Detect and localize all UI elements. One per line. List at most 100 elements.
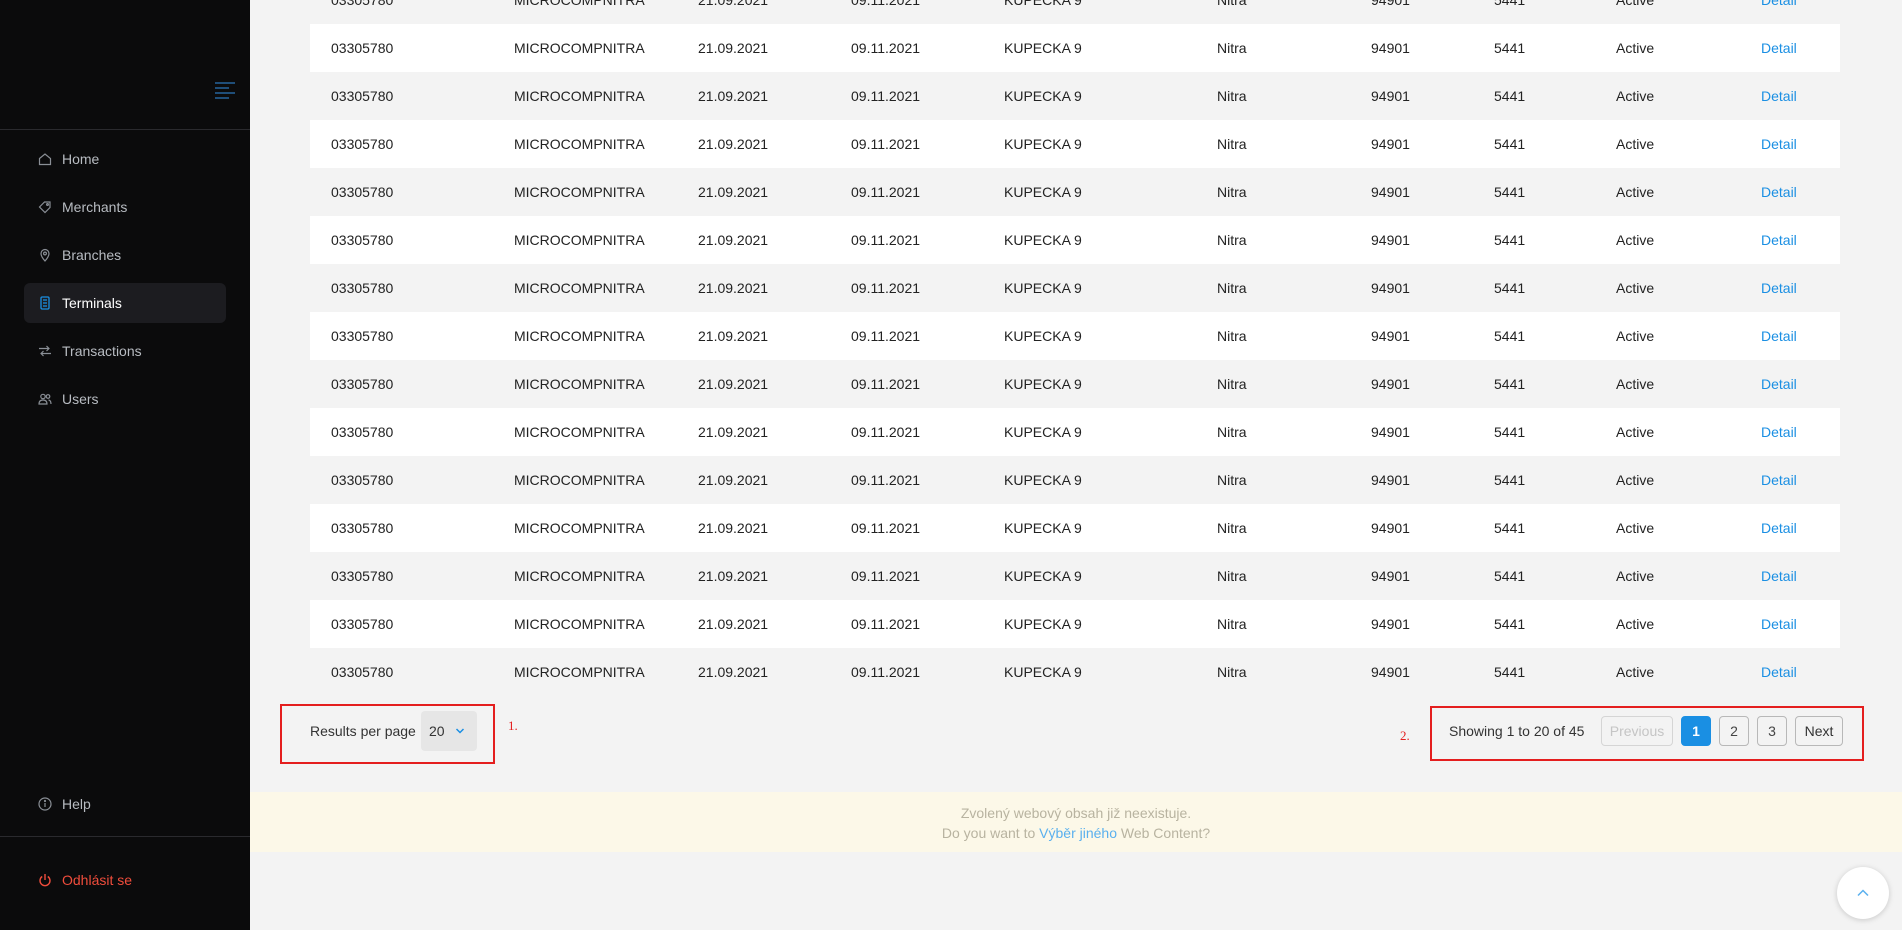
next-page-button[interactable]: Next [1795,716,1843,746]
merchant-name-cell: MICROCOMPNITRA [514,40,645,56]
mcc-cell: 5441 [1494,232,1526,248]
status-cell: Active [1616,376,1655,392]
detail-link[interactable]: Detail [1761,88,1797,104]
table-row: 03305780 MICROCOMPNITRA 21.09.2021 09.11.20… [310,600,1840,648]
address-cell: KUPECKA 9 [1004,88,1082,104]
pagination-summary: Showing 1 to 20 of 45 [1449,723,1585,739]
sidebar-item-label: Users [62,391,99,407]
status-cell: Active [1616,520,1655,536]
end-date-cell: 09.11.2021 [851,232,921,248]
mcc-cell: 5441 [1494,616,1526,632]
status-cell: Active [1616,280,1655,296]
detail-link[interactable]: Detail [1761,568,1797,584]
table-row: 03305780 MICROCOMPNITRA 21.09.2021 09.11.20… [310,72,1840,120]
status-cell: Active [1616,232,1655,248]
menu-toggle-icon[interactable] [215,82,235,99]
terminal-id-cell: 03305780 [331,616,394,632]
sidebar-item-transactions[interactable]: Transactions [24,331,226,371]
detail-link[interactable]: Detail [1761,328,1797,344]
scroll-top-button[interactable] [1837,867,1889,919]
address-cell: KUPECKA 9 [1004,232,1082,248]
detail-link[interactable]: Detail [1761,0,1797,8]
zip-cell: 94901 [1371,0,1410,8]
merchant-name-cell: MICROCOMPNITRA [514,328,645,344]
zip-cell: 94901 [1371,472,1410,488]
mcc-cell: 5441 [1494,136,1526,152]
sidebar-item-help[interactable]: Help [24,784,226,824]
city-cell: Nitra [1217,0,1247,8]
end-date-cell: 09.11.2021 [851,88,921,104]
table-row: 03305780 MICROCOMPNITRA 21.09.2021 09.11.20… [310,312,1840,360]
table-row: 03305780 MICROCOMPNITRA 21.09.2021 09.11.20… [310,504,1840,552]
end-date-cell: 09.11.2021 [851,40,921,56]
merchant-name-cell: MICROCOMPNITRA [514,232,645,248]
sidebar-item-home[interactable]: Home [24,139,226,179]
city-cell: Nitra [1217,376,1247,392]
start-date-cell: 21.09.2021 [698,568,769,584]
status-cell: Active [1616,424,1655,440]
mcc-cell: 5441 [1494,424,1526,440]
sidebar-item-users[interactable]: Users [24,379,226,419]
page-2-button[interactable]: 2 [1719,716,1749,746]
page-3-button[interactable]: 3 [1757,716,1787,746]
end-date-cell: 09.11.2021 [851,520,921,536]
users-icon [38,392,52,406]
end-date-cell: 09.11.2021 [851,136,921,152]
status-cell: Active [1616,664,1655,680]
merchant-name-cell: MICROCOMPNITRA [514,0,645,8]
merchant-name-cell: MICROCOMPNITRA [514,136,645,152]
end-date-cell: 09.11.2021 [851,472,921,488]
merchant-name-cell: MICROCOMPNITRA [514,664,645,680]
previous-page-button[interactable]: Previous [1601,716,1673,746]
zip-cell: 94901 [1371,184,1410,200]
terminal-id-cell: 03305780 [331,40,394,56]
status-cell: Active [1616,0,1655,8]
sidebar-nav: Home Merchants Branches Terminals Transa… [0,130,250,419]
detail-link[interactable]: Detail [1761,664,1797,680]
city-cell: Nitra [1217,568,1247,584]
logout-button[interactable]: Odhlásit se [24,860,226,900]
city-cell: Nitra [1217,136,1247,152]
detail-link[interactable]: Detail [1761,472,1797,488]
sidebar-header [0,0,250,130]
zip-cell: 94901 [1371,616,1410,632]
missing-content-notice: Zvolený webový obsah již neexistuje. Do … [250,792,1902,852]
detail-link[interactable]: Detail [1761,616,1797,632]
detail-link[interactable]: Detail [1761,184,1797,200]
end-date-cell: 09.11.2021 [851,280,921,296]
select-other-content-link[interactable]: Výběr jiného [1039,825,1117,841]
merchant-name-cell: MICROCOMPNITRA [514,184,645,200]
detail-link[interactable]: Detail [1761,136,1797,152]
start-date-cell: 21.09.2021 [698,88,769,104]
mcc-cell: 5441 [1494,328,1526,344]
zip-cell: 94901 [1371,328,1410,344]
sidebar-item-branches[interactable]: Branches [24,235,226,275]
notice-prefix: Do you want to [941,825,1036,841]
tag-icon [38,200,52,214]
sidebar-item-terminals[interactable]: Terminals [24,283,226,323]
detail-link[interactable]: Detail [1761,280,1797,296]
sidebar-item-label: Terminals [62,295,122,311]
city-cell: Nitra [1217,328,1247,344]
end-date-cell: 09.11.2021 [851,664,921,680]
sidebar-item-merchants[interactable]: Merchants [24,187,226,227]
annotation-label-2: 2. [1400,728,1410,743]
detail-link[interactable]: Detail [1761,376,1797,392]
detail-link[interactable]: Detail [1761,232,1797,248]
terminal-id-cell: 03305780 [331,424,394,440]
detail-link[interactable]: Detail [1761,40,1797,56]
terminals-table: 03305780 MICROCOMPNITRA 21.09.2021 09.11.20… [310,0,1840,696]
page-1-button[interactable]: 1 [1681,716,1711,746]
city-cell: Nitra [1217,616,1247,632]
detail-link[interactable]: Detail [1761,520,1797,536]
mcc-cell: 5441 [1494,184,1526,200]
power-icon [38,873,52,887]
home-icon [38,152,52,166]
table-row: 03305780 MICROCOMPNITRA 21.09.2021 09.11.20… [310,216,1840,264]
terminal-id-cell: 03305780 [331,184,394,200]
start-date-cell: 21.09.2021 [698,0,769,8]
mcc-cell: 5441 [1494,568,1526,584]
results-per-page-select[interactable]: 20 [421,711,477,751]
detail-link[interactable]: Detail [1761,424,1797,440]
mcc-cell: 5441 [1494,88,1526,104]
